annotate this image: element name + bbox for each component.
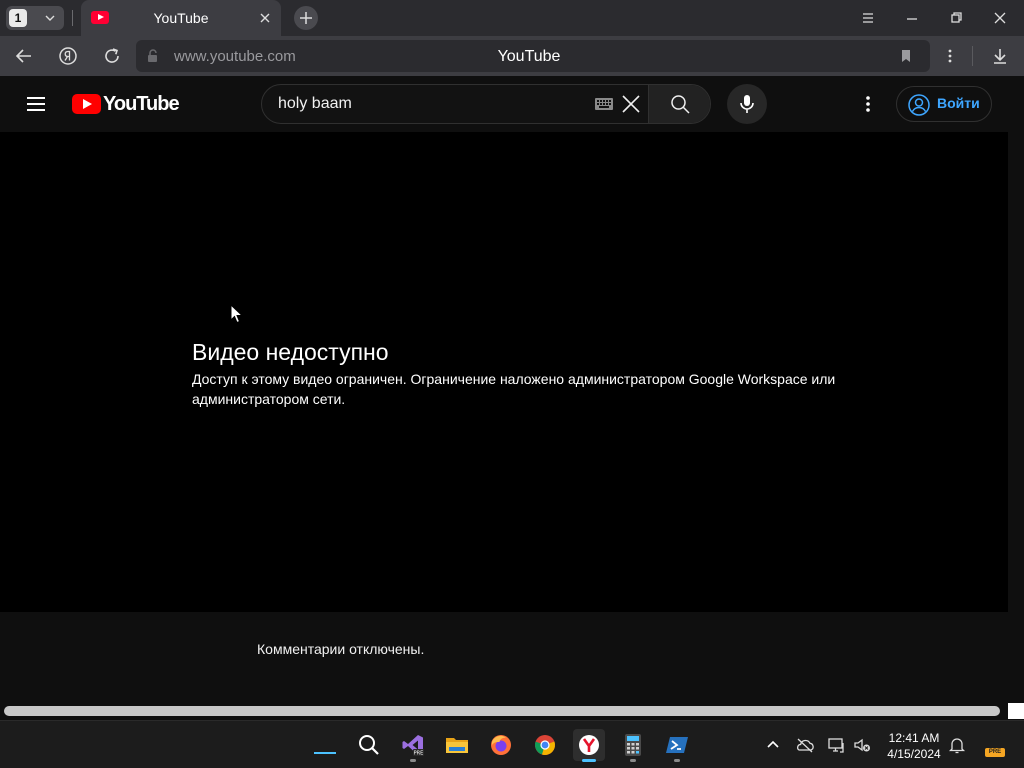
onedrive-offline-icon[interactable] xyxy=(795,735,815,755)
window-close-icon[interactable] xyxy=(988,6,1012,30)
taskbar-chrome[interactable] xyxy=(529,729,561,761)
visual-studio-icon: PRE xyxy=(402,735,424,757)
notification-bell-icon[interactable] xyxy=(947,735,967,755)
tab-close-icon[interactable] xyxy=(257,10,273,26)
account-circle-icon xyxy=(908,94,930,116)
tab-count-badge: 1 xyxy=(9,9,27,27)
chrome-icon xyxy=(535,735,556,755)
clock-time: 12:41 AM xyxy=(888,731,940,745)
clear-search-icon[interactable] xyxy=(620,93,642,115)
bookmark-icon[interactable] xyxy=(898,48,914,64)
voice-search-button[interactable] xyxy=(727,84,767,124)
sign-in-label: Войти xyxy=(937,95,980,111)
mouse-pointer-icon xyxy=(230,304,244,324)
new-tab-button[interactable] xyxy=(294,6,318,30)
search-query-text: holy baam xyxy=(278,95,352,112)
reload-icon[interactable] xyxy=(100,44,124,68)
running-indicator xyxy=(674,759,680,762)
running-indicator xyxy=(630,759,636,762)
chevron-down-icon xyxy=(45,15,55,21)
video-unavailable-title: Видео недоступно xyxy=(192,339,389,365)
browser-tab-youtube[interactable]: YouTube xyxy=(81,0,281,36)
youtube-logo-text: YouTube xyxy=(103,93,180,115)
back-arrow-icon[interactable] xyxy=(12,44,36,68)
taskbar-visual-studio-preview[interactable]: PRE xyxy=(397,729,429,762)
search-input[interactable]: holy baam xyxy=(262,85,648,123)
folder-icon xyxy=(446,738,468,753)
taskbar-firefox[interactable] xyxy=(485,729,517,761)
youtube-masthead: YouTube holy baam Войти xyxy=(0,76,1024,132)
keyboard-icon[interactable] xyxy=(594,97,614,111)
guide-menu-icon[interactable] xyxy=(24,92,48,116)
search-box: holy baam xyxy=(261,84,711,124)
search-icon xyxy=(359,735,379,755)
yandex-logo-icon[interactable] xyxy=(56,44,80,68)
page-title: YouTube xyxy=(497,48,561,65)
settings-kebab-icon[interactable] xyxy=(856,92,880,116)
taskbar-file-explorer[interactable] xyxy=(441,729,473,761)
tab-separator xyxy=(72,10,73,26)
windows-taskbar: PRE 12:41 AM 4/15/2024 PRE xyxy=(0,720,1024,768)
firefox-icon xyxy=(491,735,511,755)
preview-build-badge: PRE xyxy=(985,748,1005,757)
minimize-icon[interactable] xyxy=(900,6,924,30)
network-icon[interactable] xyxy=(827,735,847,755)
running-indicator xyxy=(410,759,416,762)
youtube-logo[interactable]: YouTube xyxy=(72,93,180,115)
more-options-icon[interactable] xyxy=(938,44,962,68)
plus-icon xyxy=(300,12,312,24)
calculator-icon xyxy=(625,734,641,756)
microphone-icon xyxy=(740,95,754,113)
browser-tab-strip: 1 YouTube xyxy=(0,0,1024,36)
youtube-favicon-icon xyxy=(91,11,109,24)
search-icon xyxy=(671,95,690,114)
taskbar-powershell[interactable] xyxy=(661,729,693,762)
download-icon[interactable] xyxy=(988,44,1012,68)
search-button[interactable] xyxy=(648,85,710,123)
clock-date: 4/15/2024 xyxy=(887,747,941,761)
yandex-browser-icon xyxy=(579,735,599,755)
browser-menu-icon[interactable] xyxy=(856,6,880,30)
powershell-icon xyxy=(666,737,688,753)
toolbar-divider xyxy=(972,46,973,66)
youtube-play-icon xyxy=(72,94,101,114)
taskbar-yandex-browser[interactable] xyxy=(573,729,605,762)
show-hidden-icons-chevron-icon[interactable] xyxy=(763,735,783,755)
volume-muted-icon[interactable] xyxy=(852,735,872,755)
sign-in-button[interactable]: Войти xyxy=(896,86,992,122)
address-bar[interactable]: www.youtube.com YouTube xyxy=(136,40,930,72)
active-indicator xyxy=(582,759,596,762)
tab-switcher-button[interactable]: 1 xyxy=(6,6,64,30)
taskbar-search-button[interactable] xyxy=(353,729,385,761)
horizontal-scrollbar[interactable] xyxy=(4,706,1000,716)
comments-disabled-text: Комментарии отключены. xyxy=(257,641,425,657)
video-player[interactable]: Видео недоступно Доступ к этому видео ог… xyxy=(0,132,1008,612)
video-unavailable-message: Доступ к этому видео ограничен. Ограниче… xyxy=(192,371,836,407)
scrollbar-corner xyxy=(1008,703,1024,719)
browser-toolbar: www.youtube.com YouTube xyxy=(0,36,1024,76)
restore-icon[interactable] xyxy=(944,6,968,30)
tab-title: YouTube xyxy=(153,10,209,26)
system-clock[interactable]: 12:41 AM 4/15/2024 xyxy=(880,730,948,762)
taskbar-calculator[interactable] xyxy=(617,729,649,762)
svg-text:PRE: PRE xyxy=(414,751,424,757)
page-right-gutter xyxy=(1008,132,1024,702)
widgets-indicator[interactable] xyxy=(314,752,336,754)
